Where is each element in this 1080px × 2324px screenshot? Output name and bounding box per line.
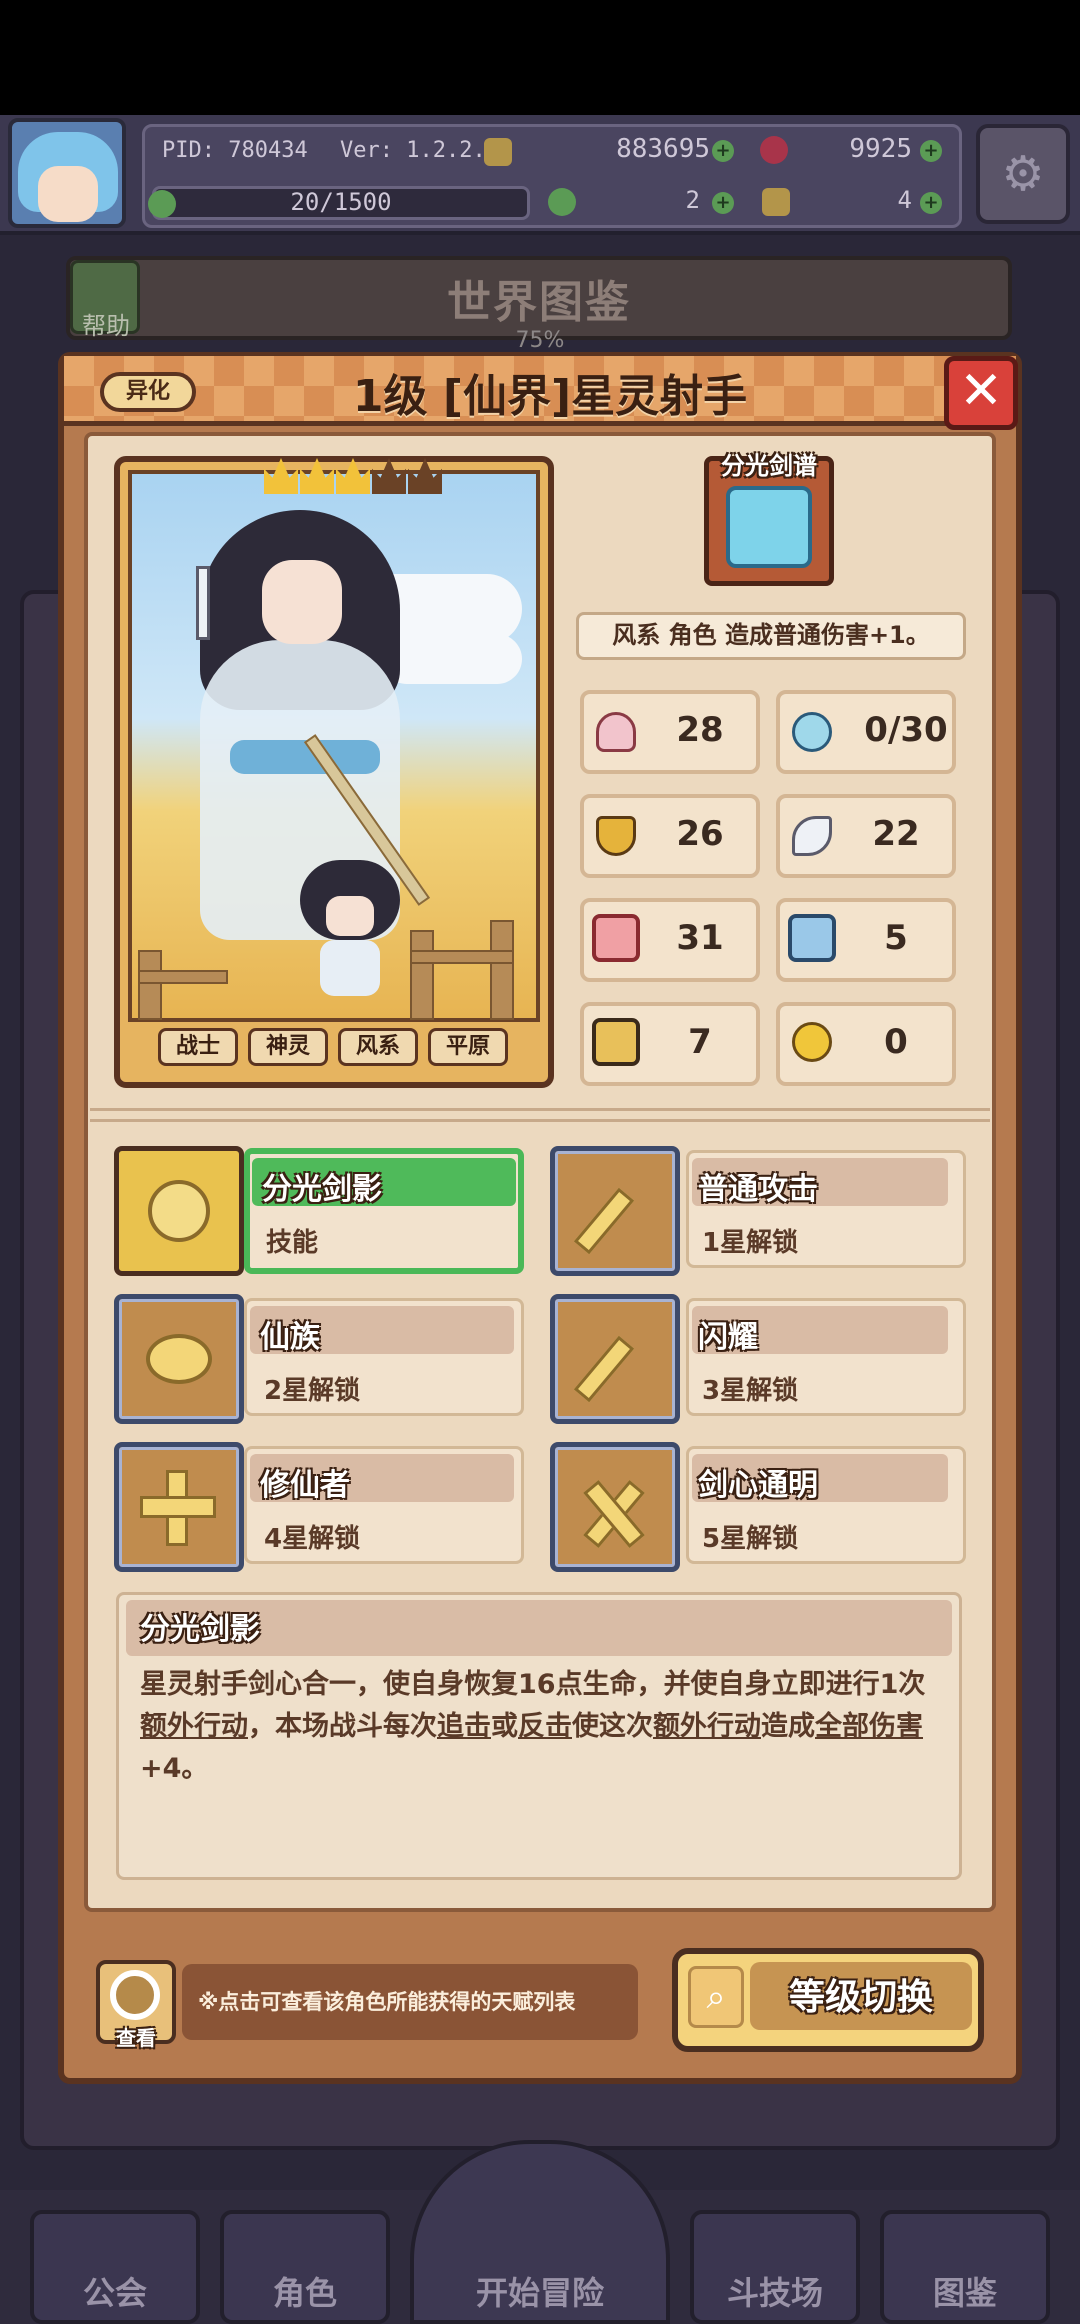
water-drop-icon bbox=[792, 712, 832, 752]
fence-post bbox=[138, 950, 162, 1020]
ring-icon bbox=[146, 1334, 212, 1384]
floating-sword-icon bbox=[196, 566, 210, 640]
description-line-2: 额外行动，本场战斗每次追击或反击使这次额外行动造成全部伤害 bbox=[140, 1706, 940, 1748]
character-sash bbox=[230, 740, 380, 774]
gem-icon bbox=[760, 136, 788, 164]
skill-name: 普通攻击 bbox=[698, 1172, 818, 1207]
stat-speed-value: 22 bbox=[872, 814, 920, 854]
fence-rail bbox=[410, 950, 514, 964]
text: ，本场战斗每次 bbox=[248, 1711, 437, 1742]
add-key-icon[interactable]: + bbox=[920, 192, 942, 214]
tag-deity: 神灵 bbox=[248, 1028, 328, 1066]
world-title: 世界图鉴 bbox=[447, 277, 631, 328]
chest-icon bbox=[726, 486, 812, 568]
gem-count: 9925 bbox=[849, 134, 912, 164]
add-clover-icon[interactable]: + bbox=[712, 192, 734, 214]
skill-unlock: 技能 bbox=[266, 1228, 319, 1258]
copy-icon[interactable] bbox=[484, 138, 512, 166]
level-switch-label: 等级切换 bbox=[788, 1977, 933, 2018]
nav-character-label: 角色 bbox=[272, 2274, 337, 2312]
stat-initiative-value: 0 bbox=[884, 1022, 908, 1062]
keyword-extra-action[interactable]: 额外行动 bbox=[653, 1711, 761, 1742]
skill-name: 剑心通明 bbox=[698, 1468, 818, 1503]
skill-unlock: 4星解锁 bbox=[264, 1524, 361, 1554]
tag-warrior: 战士 bbox=[158, 1028, 238, 1066]
gold-count: 883695 bbox=[616, 134, 710, 164]
stat-move-value: 7 bbox=[688, 1022, 712, 1062]
add-gold-icon[interactable]: + bbox=[712, 140, 734, 162]
stat-mana-value: 0/30 bbox=[864, 710, 948, 750]
clover-icon bbox=[548, 188, 576, 216]
fence-post bbox=[410, 930, 434, 1020]
keyword-chase[interactable]: 追击 bbox=[437, 1711, 491, 1742]
alarm-icon bbox=[792, 1022, 832, 1062]
modal-title: 1级 [仙界]星灵射手 bbox=[352, 371, 748, 422]
shield-icon bbox=[596, 816, 636, 856]
nav-codex-label: 图鉴 bbox=[932, 2274, 997, 2312]
settings-gear-icon[interactable]: ⚙ bbox=[976, 124, 1070, 224]
skill-unlock: 1星解锁 bbox=[702, 1228, 799, 1258]
player-id: PID: 780434 bbox=[162, 138, 308, 163]
skill-name: 仙族 bbox=[260, 1320, 320, 1355]
fist-icon bbox=[592, 914, 640, 962]
skill-unlock: 5星解锁 bbox=[702, 1524, 799, 1554]
world-progress: 75% bbox=[515, 328, 565, 353]
text: 使这次 bbox=[572, 1711, 653, 1742]
help-label: 帮助 bbox=[82, 312, 130, 340]
description-line-3: +4。 bbox=[140, 1753, 209, 1784]
skill-name: 分光剑影 bbox=[262, 1172, 382, 1207]
skill-unlock: 2星解锁 bbox=[264, 1376, 361, 1406]
chibi-character bbox=[300, 860, 400, 1010]
magnifier-icon bbox=[110, 1970, 160, 2020]
tag-wind: 风系 bbox=[338, 1028, 418, 1066]
nav-start-label: 开始冒险 bbox=[475, 2274, 604, 2312]
skill-name: 修仙者 bbox=[260, 1468, 350, 1503]
stat-hp-value: 28 bbox=[676, 710, 724, 750]
nav-guild-label: 公会 bbox=[82, 2274, 147, 2312]
key-count: 4 bbox=[897, 186, 912, 214]
equipment-name: 分光剑谱 bbox=[721, 452, 817, 480]
keyword-extra-action[interactable]: 额外行动 bbox=[140, 1711, 248, 1742]
talent-tip: ※点击可查看该角色所能获得的天赋列表 bbox=[198, 1990, 576, 2014]
search-icon: ⌕ bbox=[688, 1966, 744, 2028]
nav-arena-label: 斗技场 bbox=[726, 2274, 823, 2312]
stat-defense-value: 26 bbox=[676, 814, 724, 854]
character-face bbox=[262, 560, 342, 644]
mutation-badge: 异化 bbox=[100, 372, 196, 412]
close-icon[interactable]: ✕ bbox=[944, 356, 1018, 430]
stat-magic-value: 5 bbox=[884, 918, 908, 958]
fence-post bbox=[490, 920, 514, 1020]
skill-unlock: 3星解锁 bbox=[702, 1376, 799, 1406]
heart-shield-icon bbox=[148, 1180, 210, 1242]
cross-icon-bar bbox=[140, 1496, 216, 1518]
text: 或 bbox=[491, 1711, 518, 1742]
description-title: 分光剑影 bbox=[140, 1612, 260, 1647]
version-label: Ver: 1.2.2.5 bbox=[340, 138, 499, 163]
energy-value: 20/1500 bbox=[290, 188, 392, 216]
tag-plains: 平原 bbox=[428, 1028, 508, 1066]
description-text: 星灵射手剑心合一，使自身恢复16点生命，并使自身立即进行1次 额外行动，本场战斗… bbox=[140, 1664, 940, 1790]
section-divider bbox=[90, 1108, 990, 1122]
key-icon bbox=[762, 188, 790, 216]
heart-icon bbox=[596, 712, 636, 752]
keyword-all-damage[interactable]: 全部伤害 bbox=[815, 1711, 923, 1742]
player-avatar[interactable] bbox=[8, 118, 126, 228]
skill-name: 闪耀 bbox=[698, 1320, 758, 1355]
clover-count: 2 bbox=[685, 186, 700, 214]
add-gem-icon[interactable]: + bbox=[920, 140, 942, 162]
stat-attack-value: 31 bbox=[676, 918, 724, 958]
fence-rail bbox=[138, 970, 228, 984]
view-label: 查看 bbox=[116, 2026, 156, 2050]
keyword-counter[interactable]: 反击 bbox=[518, 1711, 572, 1742]
text: 造成 bbox=[761, 1711, 815, 1742]
book-icon bbox=[788, 914, 836, 962]
boot-icon bbox=[592, 1018, 640, 1066]
description-line-1: 星灵射手剑心合一，使自身恢复16点生命，并使自身立即进行1次 bbox=[140, 1669, 926, 1700]
equipment-effect: 风系 角色 造成普通伤害+1。 bbox=[576, 612, 966, 660]
